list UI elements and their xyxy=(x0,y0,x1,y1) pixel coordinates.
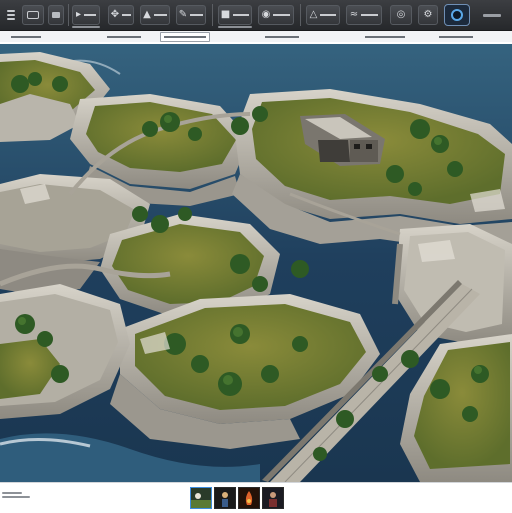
tab-strip xyxy=(0,31,512,42)
tab-assets[interactable] xyxy=(262,33,302,40)
main-toolbar: ▸ ✥ ▲ ✎ ■ ◉ △ ≈ ◎ ⚙ xyxy=(0,0,512,31)
water-tool-icon[interactable]: ≈ xyxy=(346,5,382,25)
object-tool-icon[interactable]: ■ xyxy=(218,5,252,25)
camera-icon[interactable]: ◉ xyxy=(258,5,294,25)
viewport-icon[interactable] xyxy=(22,5,44,25)
sculpt-tool-icon[interactable]: △ xyxy=(306,5,340,25)
eye-icon[interactable]: ◎ xyxy=(390,5,412,25)
tab-render[interactable] xyxy=(436,33,476,40)
thumbnail-island[interactable] xyxy=(190,487,212,509)
toolbar-divider xyxy=(68,4,69,26)
tab-terrain[interactable] xyxy=(104,33,144,40)
viewport-canvas[interactable] xyxy=(0,44,512,482)
paint-tool-icon[interactable]: ✎ xyxy=(176,5,206,25)
tab-map[interactable] xyxy=(160,32,210,42)
thumbnail-fire[interactable] xyxy=(238,487,260,509)
toolbar-divider xyxy=(212,4,213,26)
settings-icon[interactable]: ⚙ xyxy=(418,5,438,25)
thumbnail-character[interactable] xyxy=(262,487,284,509)
toolbar-underline xyxy=(72,26,100,28)
tab-layers[interactable] xyxy=(362,33,408,40)
status-indicator xyxy=(2,492,30,500)
status-bar xyxy=(0,482,512,513)
toolbar-underline xyxy=(218,26,252,28)
render-icon[interactable] xyxy=(444,4,470,26)
window-controls[interactable] xyxy=(478,5,506,25)
display-icon[interactable] xyxy=(48,5,64,25)
island-terrain-render xyxy=(0,44,512,482)
thumbnail-strip xyxy=(190,487,284,509)
select-tool-icon[interactable]: ▸ xyxy=(72,5,100,25)
menu-icon[interactable] xyxy=(6,5,16,25)
toolbar-divider xyxy=(300,4,301,26)
terrain-tool-icon[interactable]: ▲ xyxy=(140,5,170,25)
move-tool-icon[interactable]: ✥ xyxy=(108,5,134,25)
tab-scene[interactable] xyxy=(8,33,44,40)
thumbnail-figure[interactable] xyxy=(214,487,236,509)
